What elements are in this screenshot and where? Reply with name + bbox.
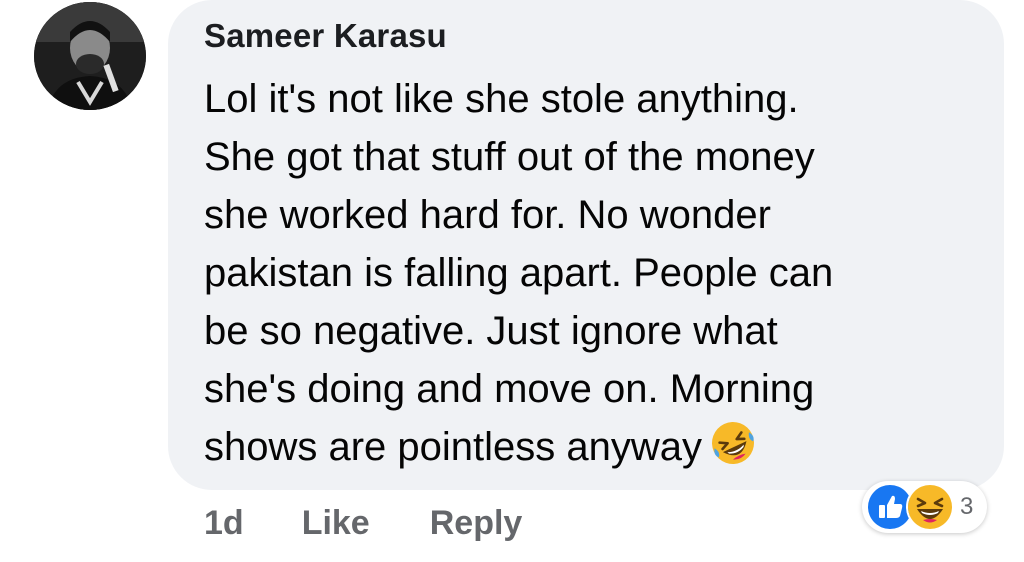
comment-line: pakistan is falling apart. People can [204,251,834,295]
timestamp[interactable]: 1d [204,504,244,543]
reply-button[interactable]: Reply [430,504,523,543]
comment-line: She got that stuff out of the money [204,135,815,179]
comment-line: be so negative. Just ignore what [204,309,778,353]
comment-author[interactable]: Sameer Karasu [204,14,447,58]
comment-text: Lol it's not like she stole anything. Sh… [204,70,984,476]
comment-actions: 1d Like Reply [204,500,582,546]
reaction-count: 3 [960,493,974,520]
like-button[interactable]: Like [302,504,370,543]
comment-line: Lol it's not like she stole anything. [204,77,799,121]
haha-reaction-icon [906,483,954,531]
avatar[interactable] [34,2,146,110]
comment-last-line: shows are pointless anyway [204,418,984,476]
comment-line: she's doing and move on. Morning [204,367,815,411]
comment-page: Sameer Karasu Lol it's not like she stol… [0,0,1024,562]
reactions-summary[interactable]: 3 [862,481,988,533]
rolling-on-floor-laughing-emoji-icon [710,420,756,466]
comment-line: she worked hard for. No wonder [204,193,771,237]
avatar-photo-icon [34,2,146,110]
comment-line-text: shows are pointless anyway [204,425,703,469]
